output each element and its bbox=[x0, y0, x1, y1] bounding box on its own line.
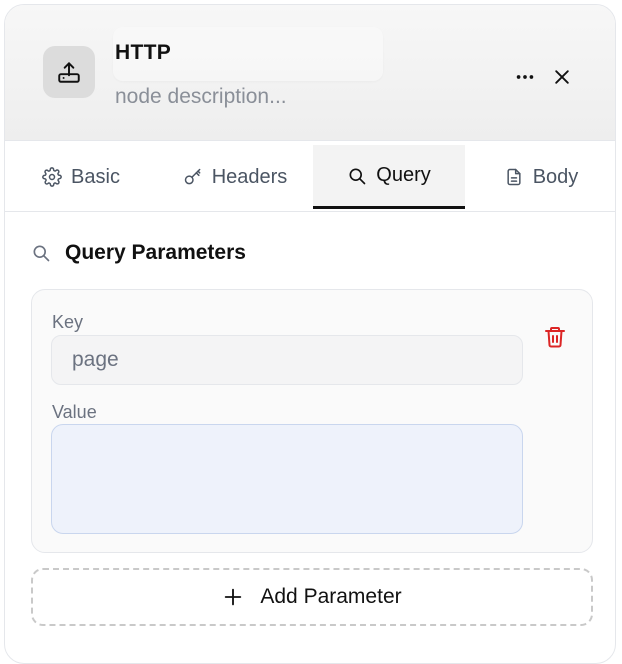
key-label: Key bbox=[52, 312, 84, 332]
key-icon bbox=[184, 168, 201, 185]
add-parameter-button[interactable]: Add Parameter bbox=[31, 568, 593, 626]
plus-icon bbox=[225, 588, 242, 606]
more-horizontal-icon bbox=[516, 75, 534, 79]
value-input[interactable] bbox=[51, 424, 523, 534]
section-header: Query Parameters bbox=[31, 241, 246, 265]
node-config-panel: HTTP node description... Basic Headers Q… bbox=[4, 4, 616, 664]
document-icon bbox=[507, 168, 521, 186]
tab-bar: Basic Headers Query Body bbox=[5, 145, 615, 212]
more-options-button[interactable] bbox=[509, 61, 541, 93]
value-label: Value bbox=[52, 402, 97, 422]
node-icon bbox=[43, 46, 95, 98]
tab-label: Basic bbox=[71, 165, 120, 188]
search-icon bbox=[33, 245, 50, 262]
tab-label: Headers bbox=[211, 165, 288, 188]
delete-param-button[interactable] bbox=[540, 322, 570, 352]
upload-tray-icon bbox=[58, 62, 80, 83]
tab-label: Body bbox=[532, 165, 579, 188]
close-icon bbox=[555, 70, 569, 84]
add-parameter-label: Add Parameter bbox=[260, 585, 402, 608]
tab-query[interactable]: Query bbox=[313, 145, 465, 209]
query-param-row: Key Value bbox=[31, 289, 593, 553]
node-description[interactable]: node description... bbox=[115, 85, 287, 109]
tab-headers[interactable]: Headers bbox=[157, 145, 313, 209]
node-title[interactable]: HTTP bbox=[115, 41, 171, 65]
gear-icon bbox=[42, 167, 62, 187]
tab-body[interactable]: Body bbox=[465, 145, 615, 209]
node-header: HTTP node description... bbox=[5, 5, 615, 141]
tab-basic[interactable]: Basic bbox=[5, 145, 157, 209]
search-icon bbox=[349, 168, 366, 184]
key-input[interactable] bbox=[51, 335, 523, 385]
close-button[interactable] bbox=[546, 61, 578, 93]
trash-icon bbox=[545, 327, 565, 348]
tab-label: Query bbox=[376, 164, 431, 186]
section-title: Query Parameters bbox=[65, 241, 246, 264]
